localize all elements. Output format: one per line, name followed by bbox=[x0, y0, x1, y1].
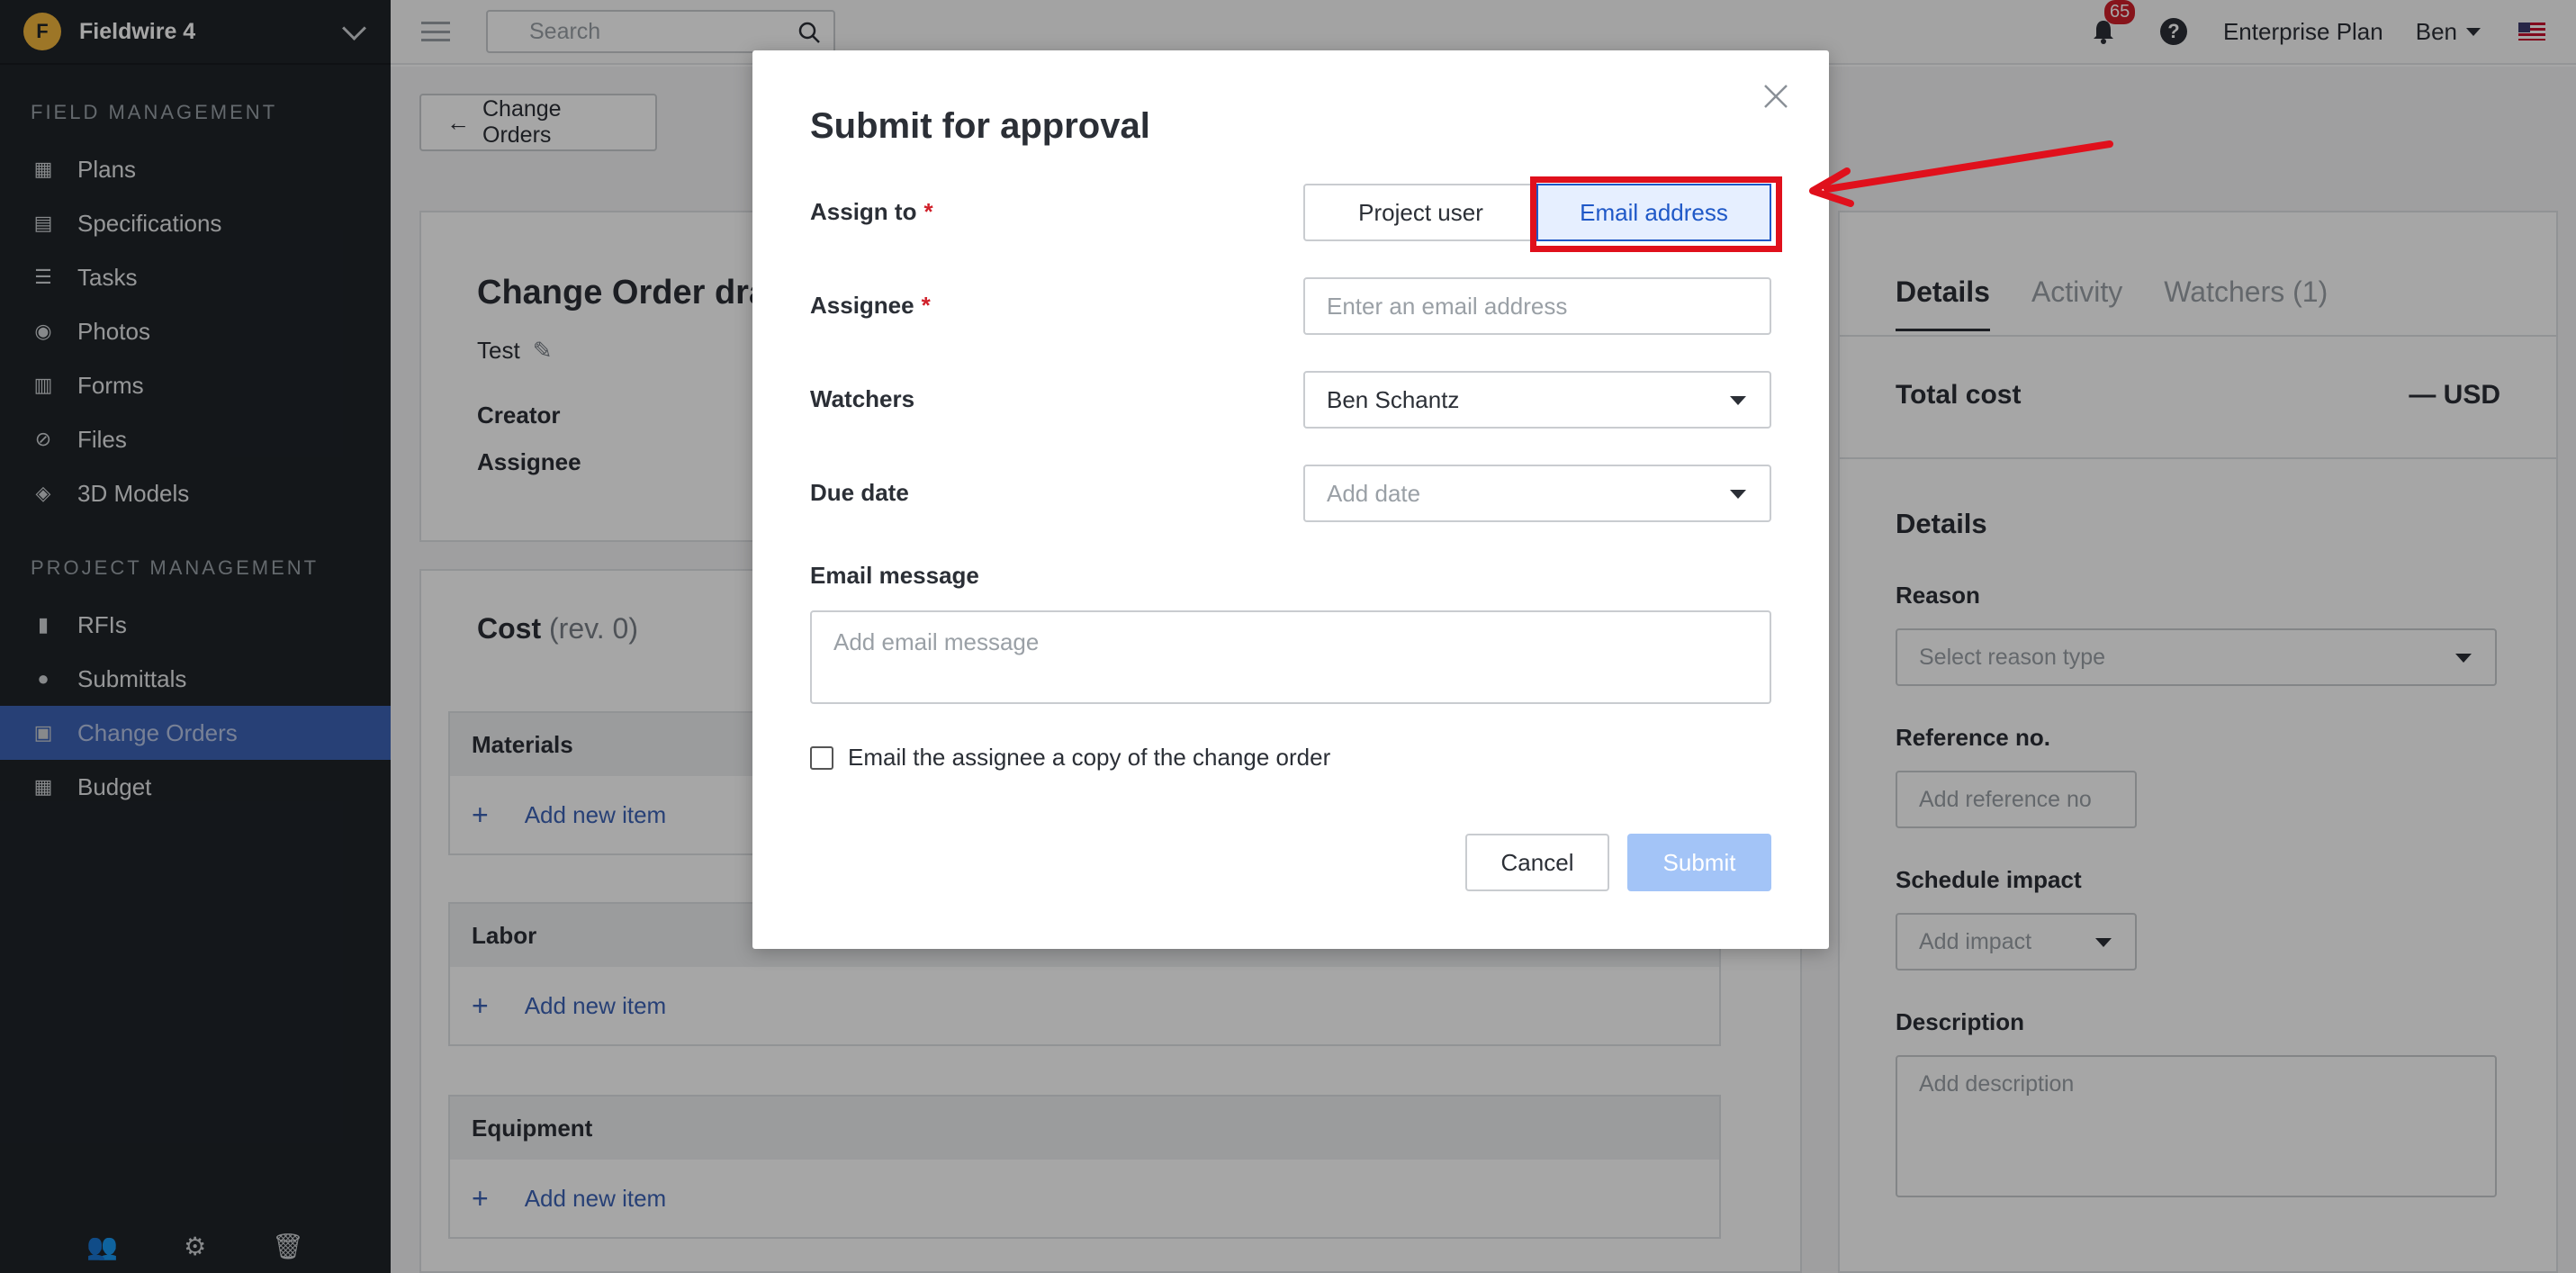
dialog-title: Submit for approval bbox=[810, 106, 1150, 146]
due-date-placeholder: Add date bbox=[1327, 479, 1421, 507]
annotation-highlight-box bbox=[1530, 176, 1782, 252]
email-copy-option[interactable]: Email the assignee a copy of the change … bbox=[810, 744, 1330, 772]
caret-down-icon bbox=[1730, 396, 1746, 405]
caret-down-icon bbox=[1730, 490, 1746, 499]
cancel-button[interactable]: Cancel bbox=[1465, 834, 1609, 891]
required-mark: * bbox=[921, 292, 931, 319]
watchers-select[interactable]: Ben Schantz bbox=[1303, 371, 1771, 429]
assignee-label: Assignee * bbox=[810, 292, 931, 320]
assign-to-text: Assign to bbox=[810, 198, 917, 225]
assign-to-label: Assign to * bbox=[810, 198, 933, 226]
watchers-value: Ben Schantz bbox=[1327, 385, 1460, 413]
watchers-label: Watchers bbox=[810, 385, 915, 412]
assignee-text: Assignee bbox=[810, 292, 914, 319]
due-date-picker[interactable]: Add date bbox=[1303, 465, 1771, 522]
email-message-placeholder: Add email message bbox=[833, 628, 1040, 655]
assignee-email-input[interactable]: Enter an email address bbox=[1303, 277, 1771, 335]
due-date-label: Due date bbox=[810, 479, 909, 506]
email-copy-label: Email the assignee a copy of the change … bbox=[848, 744, 1331, 771]
email-message-label: Email message bbox=[810, 562, 979, 589]
project-user-option[interactable]: Project user bbox=[1305, 185, 1536, 239]
close-icon[interactable] bbox=[1762, 83, 1789, 110]
assignee-placeholder: Enter an email address bbox=[1327, 292, 1568, 320]
submit-button[interactable]: Submit bbox=[1627, 834, 1771, 891]
required-mark: * bbox=[923, 198, 933, 225]
email-message-textarea[interactable]: Add email message bbox=[810, 610, 1771, 704]
annotation-arrow-icon bbox=[1809, 140, 2113, 207]
email-copy-checkbox[interactable] bbox=[810, 745, 833, 770]
submit-for-approval-dialog: Submit for approval Assign to * Project u… bbox=[752, 50, 1829, 949]
